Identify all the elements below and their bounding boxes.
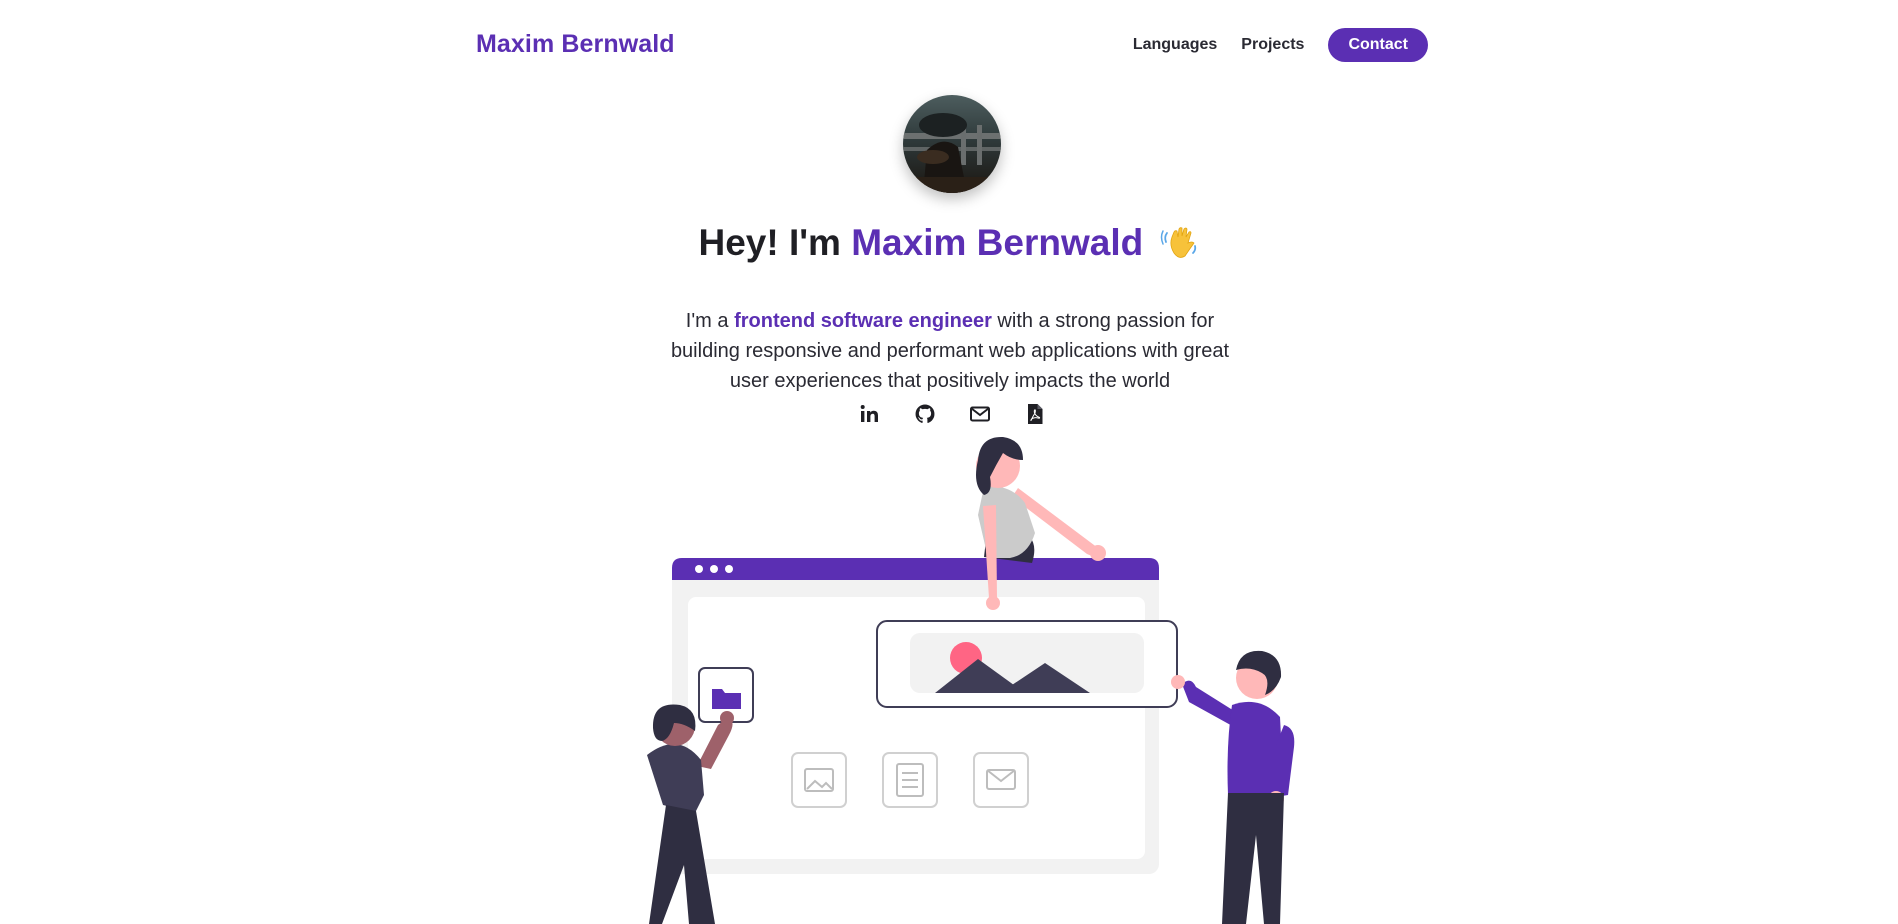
hero-illustration	[647, 436, 1295, 924]
hero-title-prefix: Hey! I'm	[698, 222, 852, 263]
image-card-graphic	[876, 620, 1178, 708]
github-icon[interactable]	[913, 402, 937, 426]
waving-hand-icon	[1160, 223, 1200, 263]
person-right-graphic	[1171, 650, 1295, 924]
hero-role: frontend software engineer	[734, 310, 992, 332]
linkedin-icon[interactable]	[858, 402, 882, 426]
social-links	[858, 402, 1078, 426]
pdf-resume-icon[interactable]	[1023, 402, 1047, 426]
hero-description-prefix: I'm a	[685, 310, 735, 332]
brand-logo[interactable]: Maxim Bernwald	[476, 30, 675, 59]
contact-button[interactable]: Contact	[1328, 28, 1428, 62]
main-nav: Languages Projects Contact	[1109, 28, 1428, 62]
avatar	[903, 95, 1001, 193]
nav-projects[interactable]: Projects	[1241, 36, 1304, 54]
email-icon[interactable]	[968, 402, 992, 426]
nav-languages[interactable]: Languages	[1133, 36, 1217, 54]
hero-title: Hey! I'm Maxim Bernwald	[0, 222, 1898, 264]
hero-title-name: Maxim Bernwald	[851, 222, 1144, 263]
hero-description: I'm a frontend software engineer with a …	[650, 306, 1250, 396]
